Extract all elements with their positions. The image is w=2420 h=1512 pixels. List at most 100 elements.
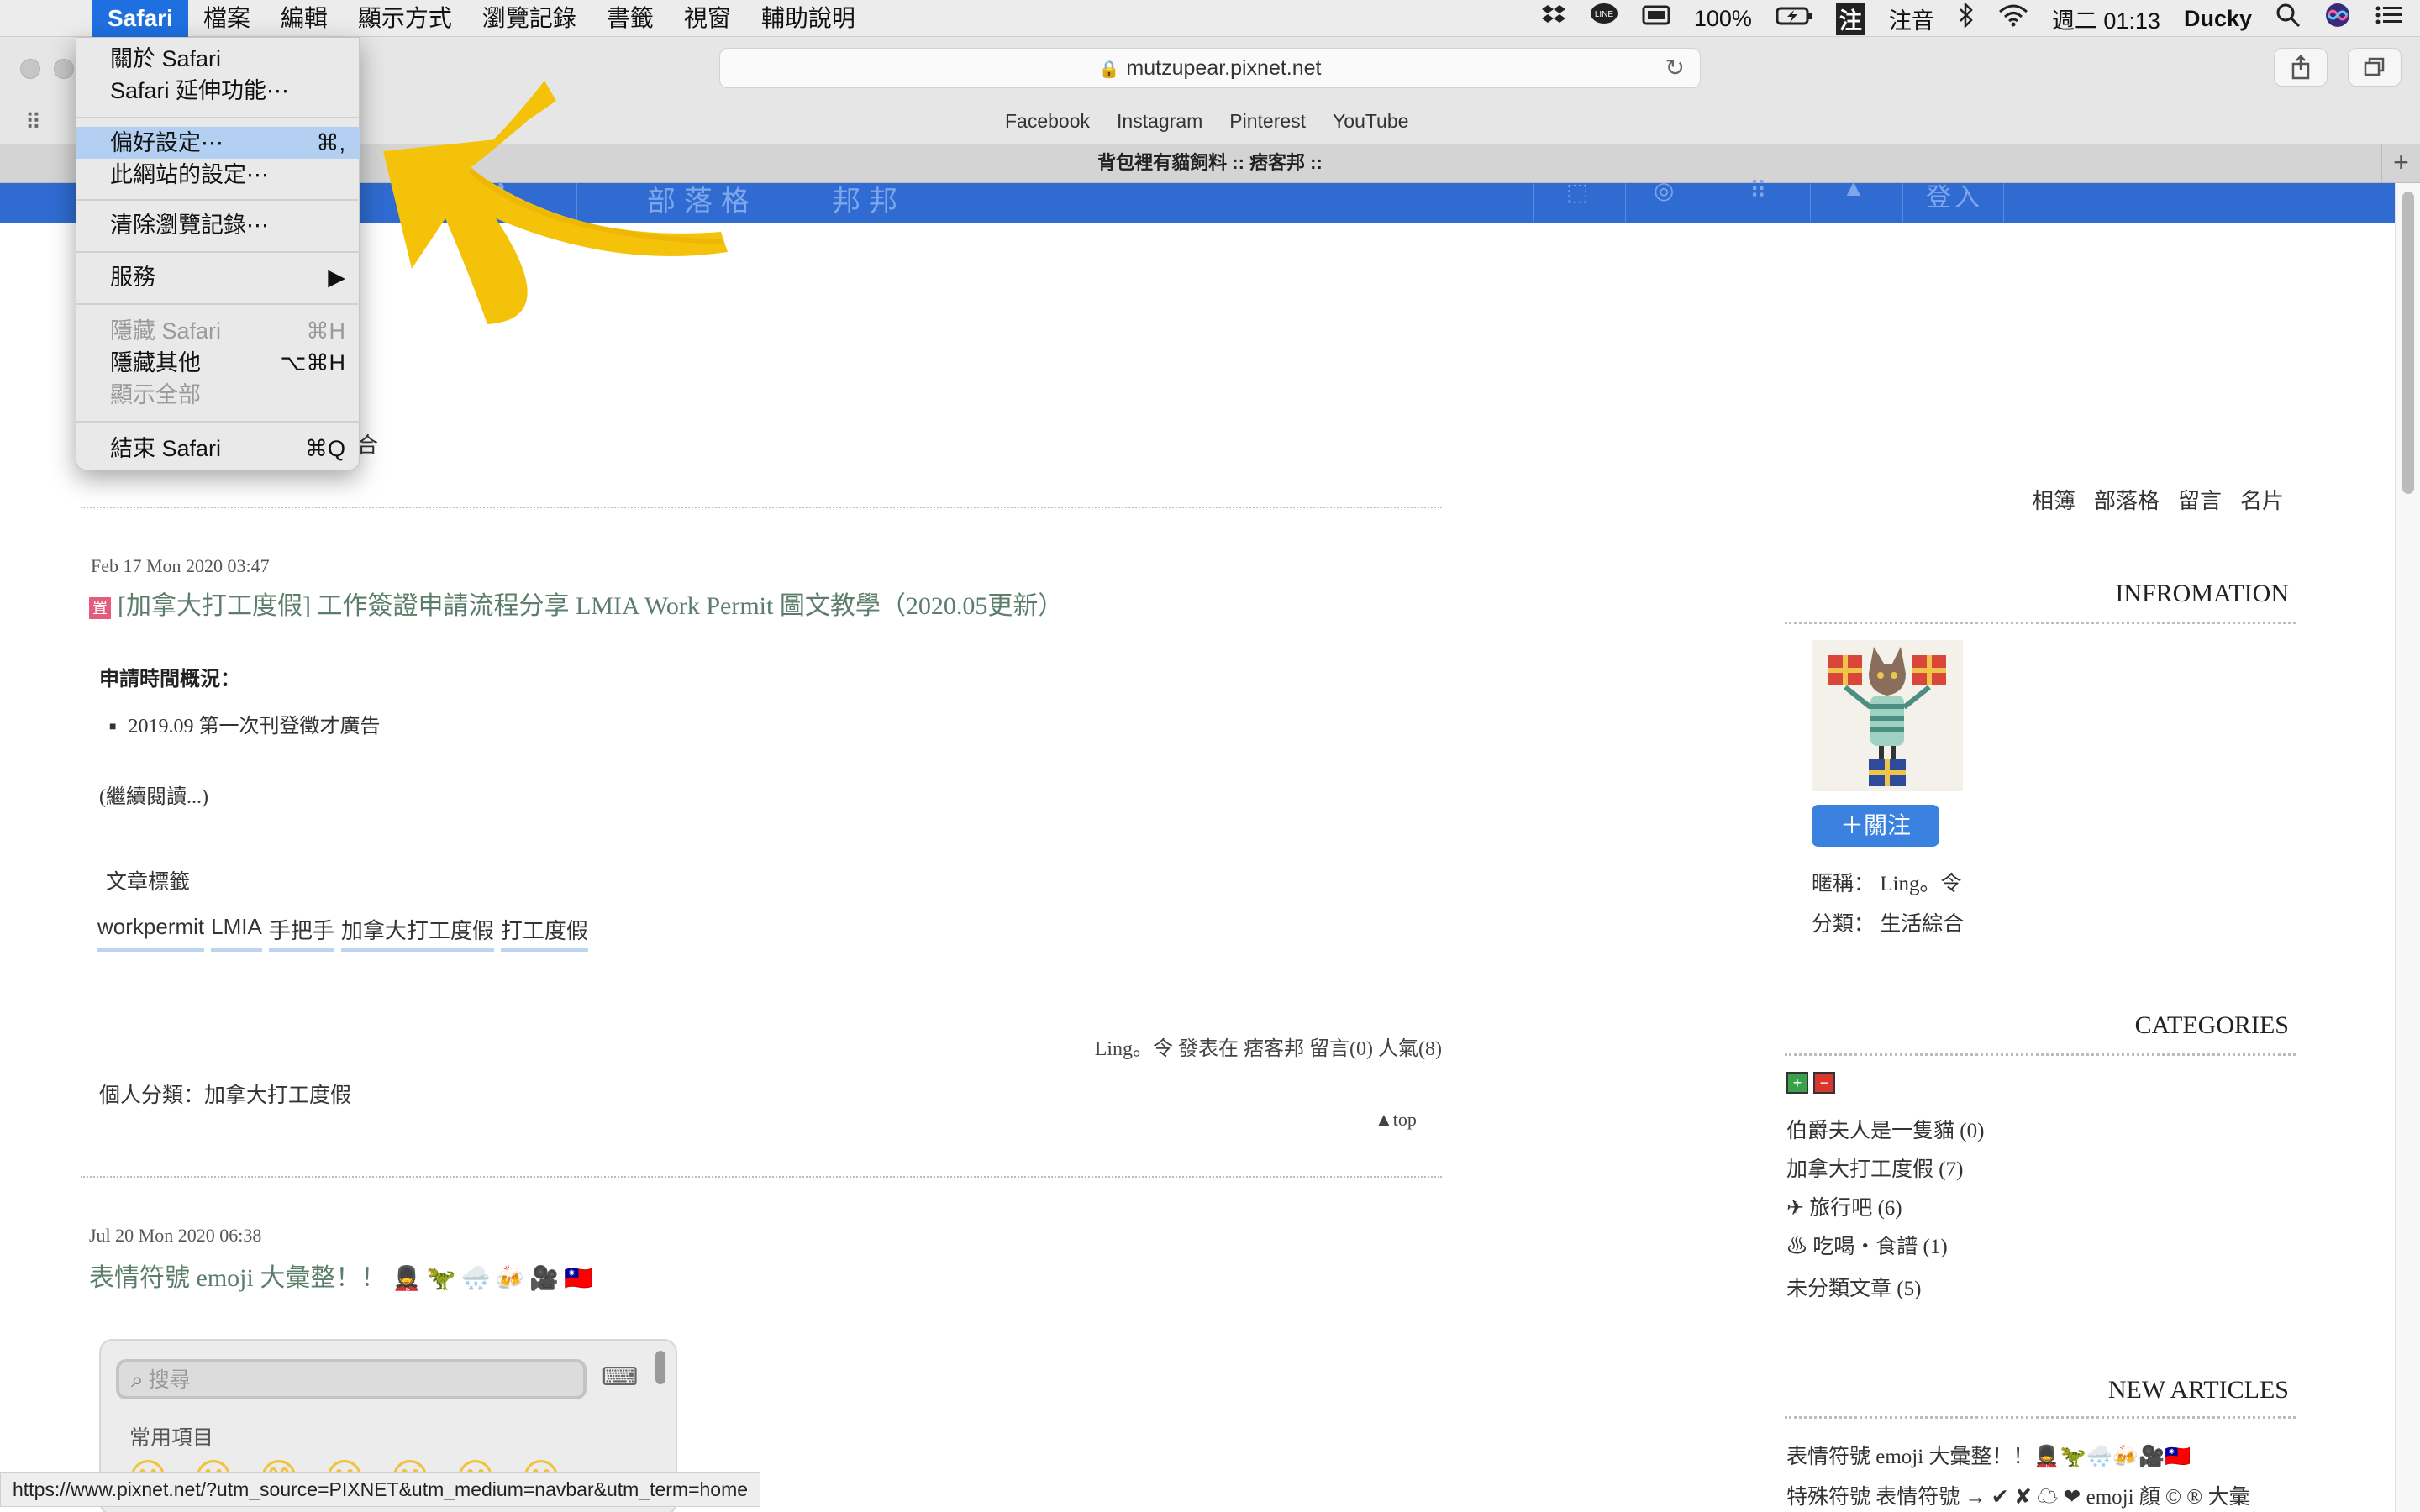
post-meta[interactable]: Ling。令 發表在 痞客邦 留言(0) 人氣(8) [840, 1032, 1442, 1061]
share-button[interactable] [2274, 48, 2328, 87]
siri-icon[interactable] [2324, 2, 2351, 35]
menu-item-label: 清除瀏覽記錄⋯ [110, 213, 269, 238]
menu-item-label: 隱藏其他 [110, 350, 201, 375]
post-title[interactable]: 置 [加拿大打工度假] 工作簽證申請流程分享 LMIA Work Permit 圖… [89, 585, 1063, 622]
menu-bar: Safari 檔案 編輯 顯示方式 瀏覽記錄 書籤 視窗 輔助說明 LINE 1… [0, 0, 2420, 37]
link-guestbook[interactable]: 留言 [2178, 484, 2222, 515]
post-date: Feb 17 Mon 2020 03:47 [91, 555, 270, 576]
menu-item-quit-safari[interactable]: 結束 Safari ⌘Q [110, 433, 354, 465]
profile-links: 相簿 部落格 留言 名片 [2032, 484, 2284, 515]
menu-help[interactable]: 輔助說明 [746, 0, 871, 37]
tab-overview-button[interactable] [2348, 48, 2402, 87]
menu-separator [76, 199, 360, 201]
sidebar-category-item[interactable]: 加拿大打工度假 (7) [1786, 1152, 1963, 1183]
close-window-button[interactable] [20, 59, 40, 79]
link-blog[interactable]: 部落格 [2094, 484, 2160, 515]
menu-bookmarks[interactable]: 書籤 [592, 0, 669, 37]
sidebar-article-item[interactable]: 表情符號 emoji 大彙整！！💂🦖🌨️🍻🎥🇹🇼 [1786, 1440, 2191, 1470]
reload-icon[interactable]: ↻ [1665, 49, 1685, 87]
notification-bell-icon[interactable]: ▲ [1842, 175, 1865, 202]
follow-button[interactable]: ＋關注 [1812, 805, 1939, 847]
ime-badge[interactable]: 注 [1835, 2, 1865, 35]
favorite-pinterest[interactable]: Pinterest [1229, 110, 1306, 133]
page-scrollbar[interactable] [2395, 183, 2420, 1512]
notification-center-icon[interactable] [2375, 4, 2403, 33]
post-date: Jul 20 Mon 2020 06:38 [89, 1225, 262, 1246]
tag-link[interactable]: 手把手 [268, 914, 334, 952]
read-more-link[interactable]: (繼續閱讀...) [99, 780, 208, 809]
menu-item-shortcut: ⌥⌘H [280, 350, 345, 375]
sidebar-article-item[interactable]: 特殊符號 表情符號 → ✔ ✘ ☁ ❤ emoji 顏 © ® 大彙 [1786, 1480, 2250, 1510]
tag-link[interactable]: 加拿大打工度假 [340, 914, 494, 952]
menu-item-website-settings[interactable]: 此網站的設定⋯ [110, 159, 354, 191]
menu-history[interactable]: 瀏覽記錄 [467, 0, 592, 37]
spotlight-search-icon[interactable] [2275, 3, 2301, 34]
tag-link[interactable]: workpermit [97, 914, 205, 952]
favorite-instagram[interactable]: Instagram [1117, 110, 1202, 133]
sidebar-category-item[interactable]: ✈ 旅行吧 (6) [1786, 1191, 1902, 1221]
post-divider [81, 1176, 1442, 1178]
menu-item-about-safari[interactable]: 關於 Safari [110, 43, 354, 75]
wifi-icon[interactable] [1998, 3, 2028, 34]
apps-grid-icon[interactable]: ⠿ [1749, 176, 1767, 204]
user-name[interactable]: Ducky [2184, 6, 2252, 32]
sidebar-category-item[interactable]: ♨ 吃喝・食譜 (1) [1786, 1230, 1948, 1260]
new-tab-button[interactable]: + [2381, 144, 2420, 182]
post-title-text[interactable]: [加拿大打工度假] 工作簽證申請流程分享 LMIA Work Permit 圖文… [118, 592, 1063, 620]
minimize-window-button[interactable] [54, 59, 74, 79]
post-category[interactable]: 個人分類：加拿大打工度假 [99, 1079, 351, 1109]
menu-separator [76, 303, 360, 305]
lock-icon: 🔒 [1098, 60, 1120, 79]
svg-text:LINE: LINE [1595, 10, 1614, 19]
tag-link[interactable]: 打工度假 [500, 914, 588, 952]
profile-nickname: 暱稱： Ling。令 [1812, 873, 1962, 895]
link-album[interactable]: 相簿 [2032, 484, 2075, 515]
sidebar-category-item[interactable]: 伯爵夫人是一隻貓 (0) [1786, 1114, 1984, 1144]
avatar[interactable] [1812, 640, 1963, 791]
favorite-youtube[interactable]: YouTube [1333, 110, 1408, 133]
search-icon[interactable]: ◎ [1654, 176, 1674, 204]
post-title-text[interactable]: 表情符號 emoji 大彙整！！ [89, 1264, 386, 1292]
bluetooth-icon[interactable] [1958, 1, 1975, 34]
bookmark-icon[interactable]: ⬚ [1566, 178, 1588, 206]
menu-item-label: 顯示全部 [110, 382, 201, 407]
sidebar-category-item[interactable]: 未分類文章 (5) [1786, 1272, 1921, 1302]
menu-item-label: 隱藏 Safari [110, 318, 222, 344]
frequently-used-label: 常用項目 [129, 1426, 214, 1450]
active-tab-title[interactable]: 背包裡有貓飼料 :: 痞客邦 :: [1097, 152, 1323, 173]
sidebar-heading-new-articles: NEW ARTICLES [2107, 1376, 2289, 1404]
favorite-facebook[interactable]: Facebook [1005, 110, 1090, 133]
scrollbar-thumb[interactable] [2402, 192, 2414, 494]
menu-item-clear-history[interactable]: 清除瀏覽記錄⋯ [110, 209, 354, 241]
nav-login[interactable]: 登入 [1926, 176, 1983, 213]
address-bar[interactable]: 🔒 mutzupear.pixnet.net ↻ [719, 48, 1701, 88]
clock[interactable]: 週二 01:13 [2052, 3, 2160, 35]
menu-item-show-all[interactable]: 顯示全部 [110, 379, 354, 411]
menu-item-hide-others[interactable]: 隱藏其他 ⌥⌘H [110, 347, 354, 379]
menu-item-services[interactable]: 服務 ▶ [110, 261, 354, 293]
menu-file[interactable]: 檔案 [188, 0, 266, 37]
nav-bangbang[interactable]: 邦邦 [832, 178, 906, 219]
menu-safari[interactable]: Safari [92, 0, 188, 37]
menu-view[interactable]: 顯示方式 [343, 0, 467, 37]
menu-edit[interactable]: 編輯 [266, 0, 343, 37]
tags-title: 文章標籤 [106, 871, 191, 894]
bullet-dot-icon: ■ [109, 721, 117, 734]
tag-link[interactable]: LMIA [211, 914, 262, 952]
back-to-top-link[interactable]: ▲top [1375, 1109, 1417, 1131]
expand-all-icon[interactable]: + [1786, 1072, 1808, 1094]
sidebar-divider [1785, 622, 2296, 624]
link-card[interactable]: 名片 [2240, 484, 2284, 515]
line-icon[interactable]: LINE [1590, 3, 1618, 34]
dropbox-icon[interactable] [1541, 3, 1566, 34]
favorites-grid-icon[interactable]: ⠿ [25, 109, 41, 135]
collapse-all-icon[interactable]: − [1813, 1072, 1835, 1094]
battery-icon[interactable] [1776, 4, 1812, 33]
ime-label[interactable]: 注音 [1889, 3, 1934, 35]
display-icon[interactable] [1642, 4, 1670, 33]
menu-item-preferences[interactable]: 偏好設定⋯ ⌘, [110, 127, 354, 159]
post-title[interactable]: 表情符號 emoji 大彙整！！ 💂🦖🌨️🍻🎥🇹🇼 [89, 1257, 598, 1294]
menu-item-hide-safari[interactable]: 隱藏 Safari ⌘H [110, 315, 354, 347]
menu-item-safari-extensions[interactable]: Safari 延伸功能⋯ [110, 75, 354, 107]
menu-window[interactable]: 視窗 [669, 0, 746, 37]
